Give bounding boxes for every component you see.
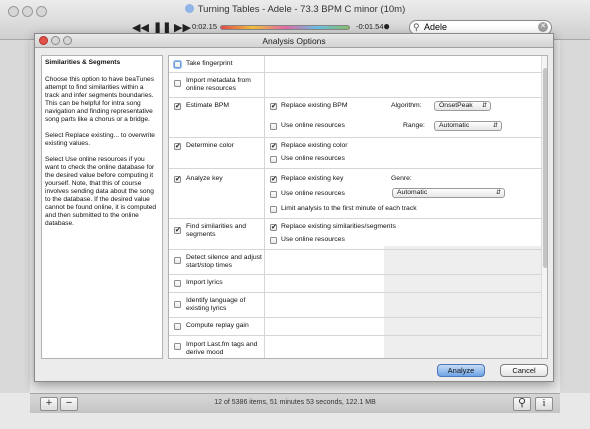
option-label: Import Last.fm tags and derive mood — [186, 341, 258, 356]
option-row-metadata: Import metadata from online resources — [169, 73, 541, 98]
lastfm-tags-checkbox[interactable] — [174, 343, 181, 350]
replace-color-label: Replace existing color — [281, 142, 348, 149]
options-list[interactable]: Take fingerprint Import metadata from on… — [168, 55, 548, 359]
library-sidebar — [0, 40, 30, 393]
import-lyrics-checkbox[interactable] — [174, 280, 181, 287]
clear-search-icon[interactable]: ✕ — [538, 22, 548, 32]
detect-silence-checkbox[interactable] — [174, 257, 181, 264]
info-panel — [560, 40, 590, 393]
color-online-label: Use online resources — [281, 155, 345, 162]
replace-key-label: Replace existing key — [281, 175, 344, 182]
analyze-button[interactable]: Analyze — [437, 364, 485, 377]
algorithm-value: OnsetPeak — [439, 102, 473, 109]
range-popup[interactable]: Automatic ⇵ — [434, 121, 502, 131]
options-scrollbar[interactable] — [541, 56, 547, 358]
bpm-online-checkbox[interactable] — [270, 123, 277, 130]
popup-arrow-icon: ⇵ — [492, 123, 498, 129]
status-bar: + − 12 of 5386 items, 51 minutes 53 seco… — [30, 393, 560, 413]
help-paragraph: Choose this option to have beaTunes atte… — [45, 76, 154, 123]
dialog-minimize-button[interactable] — [51, 36, 60, 45]
key-online-checkbox[interactable] — [270, 191, 277, 198]
genre-value: Automatic — [397, 189, 428, 196]
inspect-icon[interactable]: ⚲ — [513, 397, 531, 411]
color-online-checkbox[interactable] — [270, 156, 277, 163]
popup-arrow-icon: ⇵ — [481, 103, 487, 109]
elapsed-time: 0:02.15 — [192, 22, 218, 31]
option-label: Import metadata from online resources — [186, 77, 251, 92]
option-label: Determine color — [186, 142, 234, 149]
analyze-key-checkbox[interactable] — [174, 176, 181, 183]
help-paragraph: Select Replace existing... to overwrite … — [45, 132, 155, 147]
option-label: Take fingerprint — [186, 60, 233, 67]
limit-analysis-label: Limit analysis to the first minute of ea… — [281, 205, 417, 212]
option-row-bpm: Estimate BPM Replace existing BPM Algori… — [169, 98, 541, 138]
replace-similarities-label: Replace existing similarities/segments — [281, 223, 396, 230]
estimate-bpm-checkbox[interactable] — [174, 103, 181, 110]
search-input[interactable]: Adele — [424, 22, 447, 32]
option-row-silence: Detect silence and adjust start/stop tim… — [169, 250, 541, 275]
option-row-color: Determine color Replace existing color U… — [169, 138, 541, 169]
help-panel: Similarities & Segments Choose this opti… — [41, 55, 163, 359]
option-label: Find similarities and segments — [186, 223, 247, 238]
dialog-title: Analysis Options — [262, 36, 326, 46]
analysis-options-dialog: Analysis Options Similarities & Segments… — [34, 33, 554, 382]
option-label: Detect silence and adjust start/stop tim… — [186, 254, 262, 269]
genre-popup[interactable]: Automatic ⇵ — [392, 188, 505, 198]
replace-color-checkbox[interactable] — [270, 143, 277, 150]
dialog-zoom-button[interactable] — [63, 36, 72, 45]
option-row-similarities: Find similarities and segments Replace e… — [169, 219, 541, 250]
popup-arrow-icon: ⇵ — [495, 190, 501, 196]
option-row-language: Identify language of existing lyrics — [169, 293, 541, 318]
genre-label: Genre: — [391, 175, 412, 182]
range-label: Range: — [403, 122, 425, 129]
status-text: 12 of 5386 items, 51 minutes 53 seconds,… — [214, 399, 376, 406]
algorithm-label: Algorithm: — [391, 102, 422, 109]
option-label: Estimate BPM — [186, 102, 230, 109]
replace-bpm-label: Replace existing BPM — [281, 102, 348, 109]
cancel-button[interactable]: Cancel — [500, 364, 548, 377]
option-label: Import lyrics — [186, 279, 223, 286]
key-online-label: Use online resources — [281, 190, 345, 197]
option-label: Identify language of existing lyrics — [186, 297, 246, 312]
limit-analysis-checkbox[interactable] — [270, 206, 277, 213]
info-icon[interactable]: i — [535, 397, 553, 411]
app-icon — [184, 4, 194, 13]
remaining-time: -0:01.54 — [356, 22, 384, 31]
option-row-key: Analyze key Replace existing key Genre: … — [169, 169, 541, 219]
option-label: Analyze key — [186, 175, 223, 182]
algorithm-popup[interactable]: OnsetPeak ⇵ — [434, 101, 491, 111]
dialog-close-button[interactable] — [39, 36, 48, 45]
replace-key-checkbox[interactable] — [270, 176, 277, 183]
window-title: Turning Tables - Adele - 73.3 BPM C mino… — [197, 4, 406, 15]
metadata-checkbox[interactable] — [174, 80, 181, 87]
fingerprint-checkbox[interactable] — [174, 61, 181, 68]
option-row-lyrics: Import lyrics — [169, 275, 541, 293]
similarities-checkbox[interactable] — [174, 227, 181, 234]
similarities-online-label: Use online resources — [281, 236, 345, 243]
replay-gain-checkbox[interactable] — [174, 323, 181, 330]
similarities-online-checkbox[interactable] — [270, 237, 277, 244]
volume-knob-icon[interactable]: ● — [383, 19, 390, 33]
identify-language-checkbox[interactable] — [174, 301, 181, 308]
help-heading: Similarities & Segments — [45, 59, 121, 66]
scrollbar-thumb[interactable] — [543, 68, 547, 268]
option-row-fingerprint: Take fingerprint — [169, 56, 541, 73]
bpm-online-label: Use online resources — [281, 122, 345, 129]
replace-similarities-checkbox[interactable] — [270, 224, 277, 231]
range-value: Automatic — [439, 122, 470, 129]
option-row-replaygain: Compute replay gain — [169, 318, 541, 336]
track-progress-bar[interactable] — [220, 25, 350, 30]
option-label: Compute replay gain — [186, 322, 249, 329]
replace-bpm-checkbox[interactable] — [270, 103, 277, 110]
option-row-lastfm: Import Last.fm tags and derive mood — [169, 336, 541, 358]
help-paragraph: Select Use online resources if you want … — [45, 156, 157, 227]
determine-color-checkbox[interactable] — [174, 143, 181, 150]
